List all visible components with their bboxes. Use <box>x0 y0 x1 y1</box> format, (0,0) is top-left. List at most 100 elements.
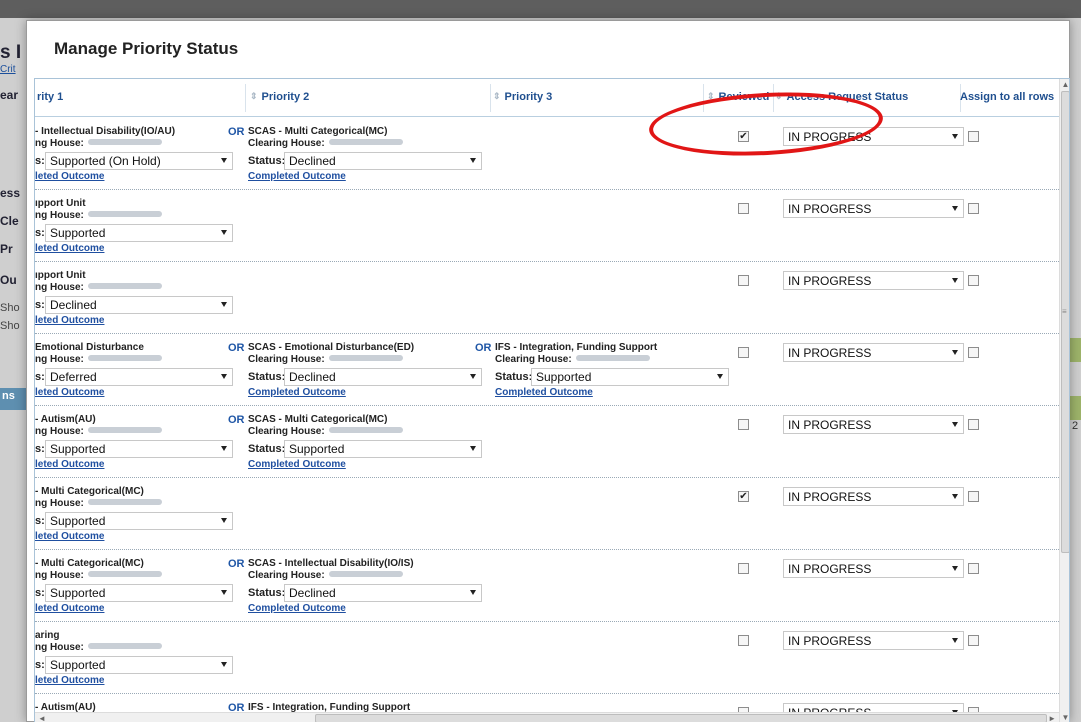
status-label: s: <box>35 155 45 168</box>
dialog-title: Manage Priority Status <box>54 39 239 58</box>
clearing-house-label: ng House: <box>35 642 84 653</box>
background-topbar <box>0 0 1081 18</box>
column-header-priority-1[interactable]: rity 1 <box>37 91 63 103</box>
chevron-down-icon <box>221 662 227 667</box>
status-select[interactable]: Deferred <box>45 368 233 386</box>
access-status-select[interactable]: IN PROGRESS <box>783 631 964 650</box>
scroll-grip-icon: ≡ <box>1062 307 1067 316</box>
access-status-select[interactable]: IN PROGRESS <box>783 343 964 362</box>
assign-all-checkbox[interactable] <box>968 635 979 646</box>
chevron-down-icon <box>221 518 227 523</box>
scroll-left-icon[interactable]: ◄ <box>38 713 46 722</box>
status-value: Supported <box>536 370 592 384</box>
status-select[interactable]: Declined <box>45 296 233 314</box>
priority-name: - Multi Categorical(MC) <box>35 486 144 497</box>
completed-outcome-link[interactable]: leted Outcome <box>35 531 245 542</box>
assign-all-checkbox[interactable] <box>968 203 979 214</box>
scroll-right-icon[interactable]: ► <box>1048 713 1056 722</box>
vertical-scrollbar[interactable]: ▲ ≡ ▼ <box>1059 79 1069 722</box>
clearing-house-label: ng House: <box>35 138 84 149</box>
completed-outcome-link[interactable]: leted Outcome <box>35 459 245 470</box>
status-select[interactable]: Declined <box>284 368 482 386</box>
clearing-house: ng House: <box>35 354 245 365</box>
scroll-thumb[interactable] <box>315 714 1047 722</box>
completed-outcome-link[interactable]: leted Outcome <box>35 387 245 398</box>
access-status-select[interactable]: IN PROGRESS <box>783 271 964 290</box>
grid-body: - Intellectual Disability(IO/AU) ng House… <box>35 118 1059 722</box>
reviewed-checkbox[interactable] <box>738 563 749 574</box>
reviewed-checkbox[interactable]: ✔ <box>738 131 749 142</box>
status-value: Supported <box>289 442 345 456</box>
p1-cell: Emotional Disturbance ng House: s: Deferred… <box>35 342 245 398</box>
column-header-reviewed[interactable]: ⇕ Reviewed <box>707 91 769 103</box>
completed-outcome-link[interactable]: Completed Outcome <box>248 171 438 182</box>
access-status-select[interactable]: IN PROGRESS <box>783 559 964 578</box>
clearing-house-label: Clearing House: <box>248 138 325 149</box>
priority-name: SCAS - Intellectual Disability(IO/IS) <box>248 558 414 569</box>
p1-cell: ıpport Unit ng House: s: Declined leted Outc… <box>35 270 245 326</box>
status-row: s: Supported <box>35 656 245 674</box>
background-fragment: ear <box>0 88 19 102</box>
column-header-priority-3[interactable]: ⇕ Priority 3 <box>493 91 552 103</box>
column-header-access-status[interactable]: ⇕ Access Request Status <box>775 91 908 103</box>
or-label: OR <box>228 414 245 426</box>
access-status-select[interactable]: IN PROGRESS <box>783 487 964 506</box>
scroll-thumb[interactable] <box>1061 91 1069 553</box>
assign-all-checkbox[interactable] <box>968 491 979 502</box>
completed-outcome-link[interactable]: Completed Outcome <box>248 603 438 614</box>
status-select[interactable]: Supported (On Hold) <box>45 152 233 170</box>
completed-outcome-link[interactable]: leted Outcome <box>35 243 245 254</box>
clearing-house-label: ng House: <box>35 354 84 365</box>
completed-outcome-link[interactable]: leted Outcome <box>35 171 245 182</box>
chevron-down-icon <box>470 446 476 451</box>
chevron-down-icon <box>221 158 227 163</box>
column-header-label: Assign to all rows <box>960 91 1055 103</box>
access-status-select[interactable]: IN PROGRESS <box>783 199 964 218</box>
reviewed-checkbox[interactable]: ✔ <box>738 491 749 502</box>
assign-all-checkbox[interactable] <box>968 275 979 286</box>
column-header-label: Access Request Status <box>786 91 909 103</box>
column-header-priority-2[interactable]: ⇕ Priority 2 <box>250 91 309 103</box>
reviewed-checkbox[interactable] <box>738 347 749 358</box>
access-status-select[interactable]: IN PROGRESS <box>783 127 964 146</box>
background-fragment: Sho <box>0 320 20 332</box>
status-value: Supported <box>50 514 106 528</box>
assign-all-checkbox[interactable] <box>968 419 979 430</box>
status-row: s: Declined <box>35 296 245 314</box>
completed-outcome-link[interactable]: Completed Outcome <box>495 387 685 398</box>
reviewed-checkbox[interactable] <box>738 419 749 430</box>
p2-cell: OR SCAS - Multi Categorical(MC) Clearing H… <box>228 414 482 470</box>
completed-outcome-link[interactable]: Completed Outcome <box>248 387 438 398</box>
status-select[interactable]: Supported <box>45 224 233 242</box>
status-select[interactable]: Supported <box>284 440 482 458</box>
completed-outcome-link[interactable]: Completed Outcome <box>248 459 438 470</box>
status-select[interactable]: Declined <box>284 584 482 602</box>
status-select[interactable]: Declined <box>284 152 482 170</box>
status-select[interactable]: Supported <box>45 584 233 602</box>
status-select[interactable]: Supported <box>531 368 729 386</box>
status-select[interactable]: Supported <box>45 512 233 530</box>
horizontal-scrollbar[interactable]: ◄ ► <box>35 712 1059 722</box>
status-select[interactable]: Supported <box>45 656 233 674</box>
clearing-house: Clearing House: <box>248 354 438 365</box>
status-label: s: <box>35 659 45 672</box>
status-row: Status: Declined <box>248 584 482 602</box>
status-select[interactable]: Supported <box>45 440 233 458</box>
assign-all-checkbox[interactable] <box>968 131 979 142</box>
completed-outcome-link[interactable]: leted Outcome <box>35 315 245 326</box>
grid-header: rity 1 ⇕ Priority 2 ⇕ Priority 3 ⇕ Reviewed… <box>35 79 1059 117</box>
scroll-down-icon[interactable]: ▼ <box>1060 712 1069 722</box>
completed-outcome-link[interactable]: leted Outcome <box>35 675 245 686</box>
reviewed-checkbox[interactable] <box>738 203 749 214</box>
reviewed-checkbox[interactable] <box>738 275 749 286</box>
assign-all-checkbox[interactable] <box>968 347 979 358</box>
completed-outcome-link[interactable]: leted Outcome <box>35 603 245 614</box>
status-value: Supported (On Hold) <box>50 154 161 168</box>
or-label: OR <box>228 558 245 570</box>
access-status-select[interactable]: IN PROGRESS <box>783 415 964 434</box>
reviewed-checkbox[interactable] <box>738 635 749 646</box>
redacted-value <box>328 355 403 361</box>
assign-all-checkbox[interactable] <box>968 563 979 574</box>
scroll-up-icon[interactable]: ▲ <box>1060 79 1069 91</box>
background-fragment: s I <box>0 42 22 63</box>
